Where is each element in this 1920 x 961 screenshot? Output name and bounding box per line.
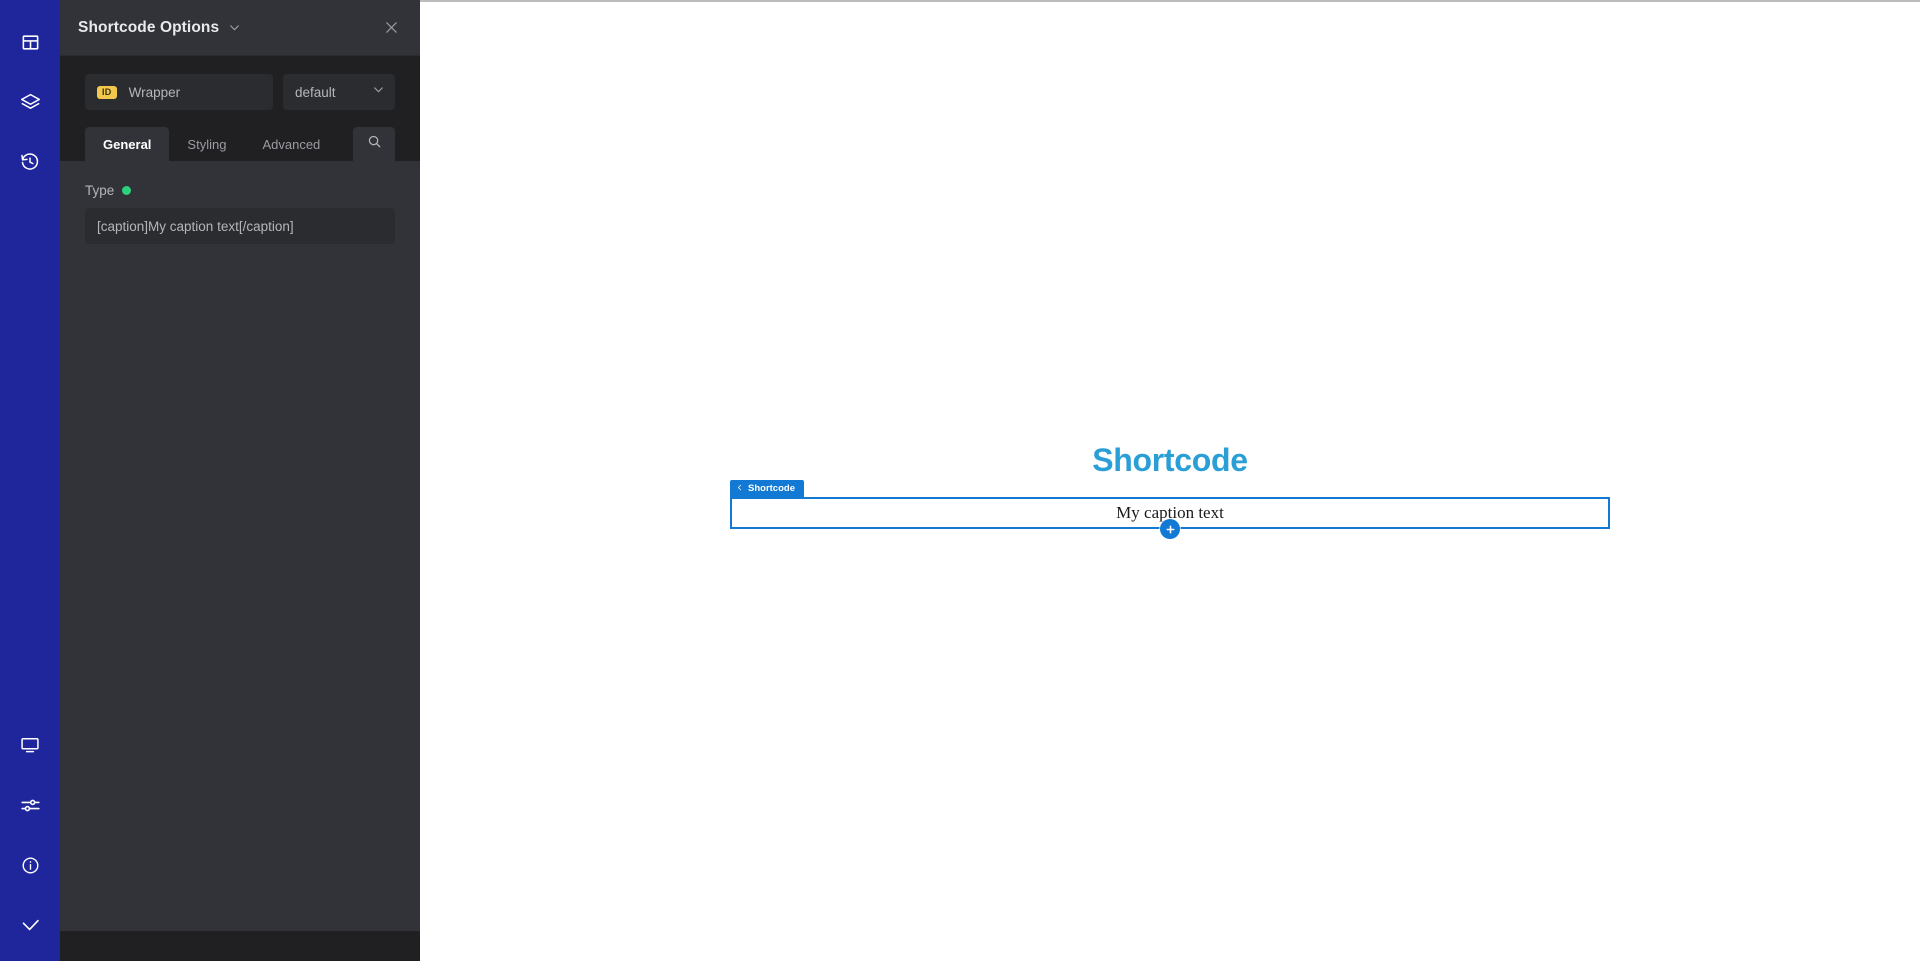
- id-badge: ID: [97, 85, 117, 99]
- tab-search[interactable]: [353, 127, 395, 161]
- tab-styling[interactable]: Styling: [169, 127, 244, 161]
- editor-root: Shortcode Options ID Wrapper default Gen…: [0, 0, 1920, 961]
- rail-item-layout[interactable]: [0, 12, 60, 72]
- element-label-badge[interactable]: Shortcode: [730, 480, 804, 497]
- chevron-down-icon[interactable]: [228, 21, 241, 34]
- close-icon[interactable]: [378, 15, 404, 41]
- rail-item-settings[interactable]: [0, 775, 60, 835]
- tab-advanced[interactable]: Advanced: [244, 127, 338, 161]
- chevron-left-icon: [736, 483, 743, 495]
- rail-item-save[interactable]: [0, 895, 60, 955]
- info-icon: [21, 856, 40, 875]
- panel-title: Shortcode Options: [78, 18, 220, 36]
- element-label-text: Shortcode: [748, 483, 795, 494]
- tab-general[interactable]: General: [85, 127, 170, 161]
- rail-top-group: [0, 0, 60, 192]
- page-title: Shortcode: [1092, 442, 1248, 478]
- shortcode-options-panel: Shortcode Options ID Wrapper default Gen…: [60, 0, 420, 961]
- status-dot-icon: [122, 186, 132, 195]
- left-icon-rail: [0, 0, 60, 961]
- layers-icon: [20, 92, 41, 113]
- plus-icon: [1165, 524, 1176, 535]
- layout-icon: [21, 33, 40, 52]
- rail-bottom-group: [0, 715, 60, 955]
- field-type-label: Type: [85, 183, 115, 198]
- chevron-down-icon: [372, 83, 385, 101]
- rail-item-info[interactable]: [0, 835, 60, 895]
- preset-select-value: default: [295, 84, 336, 100]
- shortcode-element: Shortcode My caption text: [730, 480, 1610, 539]
- panel-header: Shortcode Options: [60, 0, 420, 56]
- tab-panel-general: Type: [60, 161, 420, 931]
- rail-item-responsive[interactable]: [0, 715, 60, 775]
- element-id-value: Wrapper: [128, 84, 181, 100]
- panel-tabs: General Styling Advanced: [60, 127, 420, 161]
- history-icon: [20, 152, 40, 172]
- settings-sliders-icon: [20, 795, 41, 816]
- panel-body: ID Wrapper default General Styling Advan…: [60, 56, 420, 961]
- add-element-button[interactable]: [1160, 519, 1180, 539]
- field-type-label-row: Type: [85, 183, 395, 198]
- rail-item-layers[interactable]: [0, 72, 60, 132]
- page-canvas: Shortcode Shortcode My caption text: [420, 0, 1920, 961]
- element-id-row: ID Wrapper default: [60, 56, 420, 110]
- responsive-icon: [20, 735, 40, 755]
- search-icon: [367, 134, 382, 154]
- preset-select[interactable]: default: [283, 74, 395, 110]
- shortcode-type-input[interactable]: [85, 208, 395, 244]
- check-icon: [20, 915, 41, 936]
- rail-item-history[interactable]: [0, 132, 60, 192]
- element-id-field[interactable]: ID Wrapper: [85, 74, 273, 110]
